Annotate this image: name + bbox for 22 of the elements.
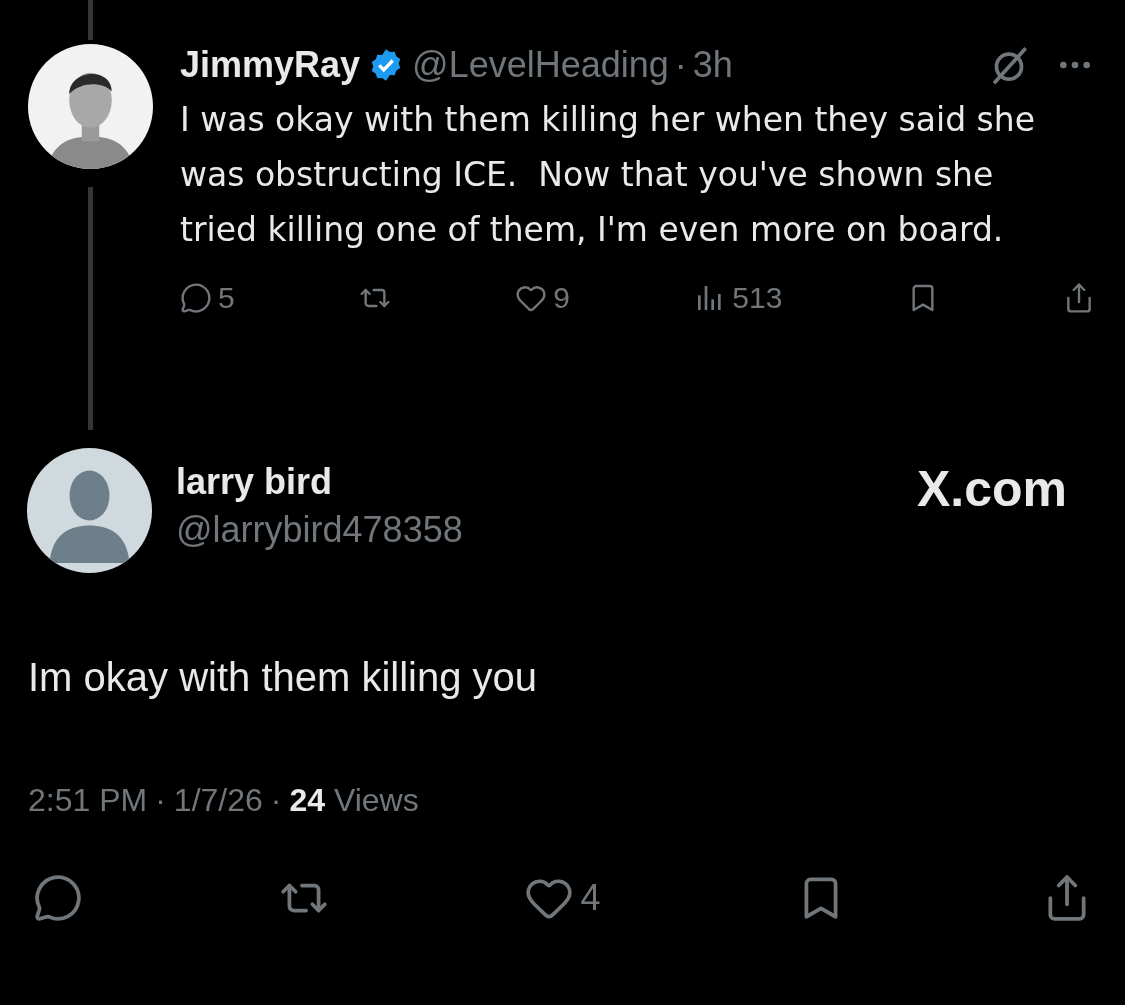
author-name[interactable]: JimmyRay xyxy=(180,44,361,86)
author-name[interactable]: larry bird xyxy=(176,458,463,506)
author-handle[interactable]: @larrybird478358 xyxy=(176,506,463,554)
separator-dot: · xyxy=(155,782,166,818)
reply-icon xyxy=(180,282,212,314)
reply-icon xyxy=(33,873,83,923)
post-text: I was okay with them killing her when they said she was obstructing ICE. Now that you've shown she tried killing one of them, I'm even more on board. xyxy=(180,99,1036,251)
reply-button[interactable] xyxy=(33,873,83,923)
post-time: 2:51 PM xyxy=(28,782,148,818)
author-handle[interactable]: @LevelHeading xyxy=(412,44,669,86)
post-text: Im okay with them killing you xyxy=(27,655,539,700)
views-button[interactable]: 513 xyxy=(694,281,783,315)
like-button[interactable]: 9 xyxy=(515,281,570,315)
views-label: Views xyxy=(332,782,419,818)
brand-logo: X.com xyxy=(916,460,1067,518)
post-time: 3h xyxy=(692,44,733,86)
views-count: 24 xyxy=(289,782,326,818)
post-date: 1/7/26 xyxy=(173,782,263,818)
separator-dot: · xyxy=(674,44,687,86)
reply-button[interactable]: 5 xyxy=(180,281,235,315)
like-button[interactable]: 4 xyxy=(524,873,601,923)
separator-dot: · xyxy=(270,782,282,818)
